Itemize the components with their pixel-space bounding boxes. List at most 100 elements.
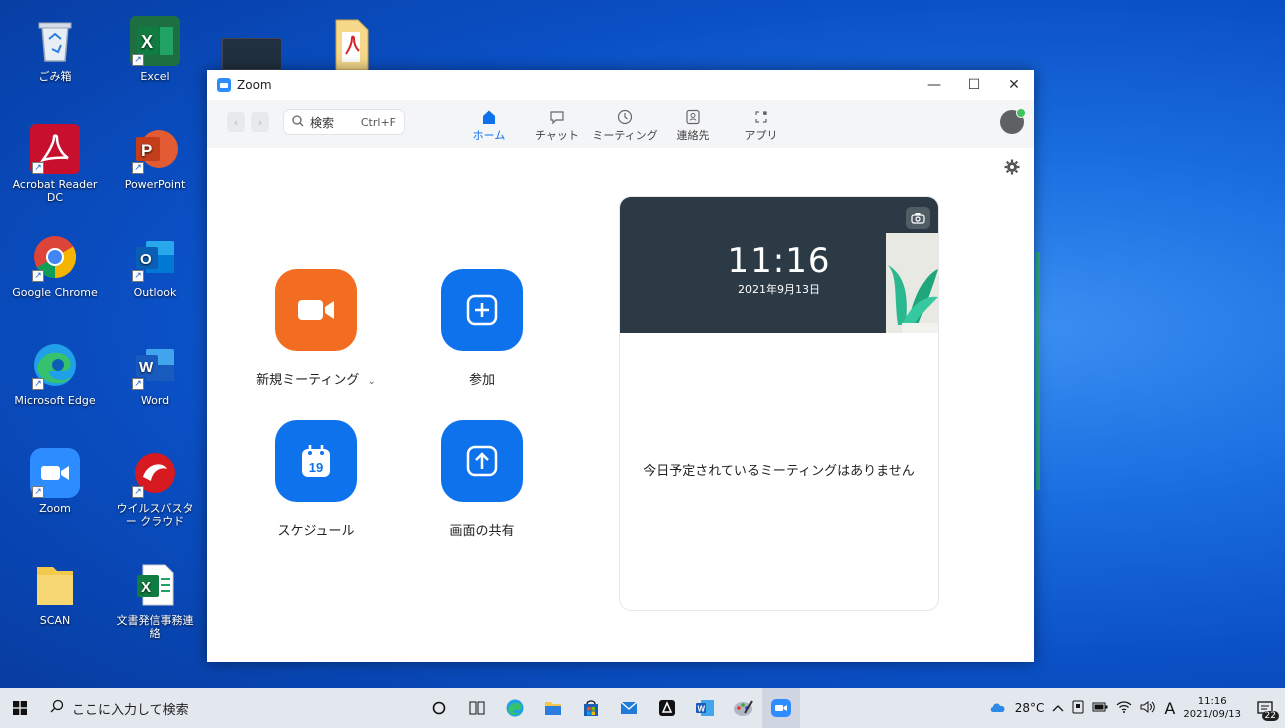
mail-icon[interactable]: [610, 688, 648, 728]
current-time: 11:16: [727, 241, 831, 281]
desktop-icon-document-excel[interactable]: X 文書発信事務連絡: [112, 560, 198, 640]
taskbar-pinned-apps: W: [420, 688, 800, 728]
zoom-logo-icon: [217, 78, 231, 92]
change-background-camera-icon[interactable]: [906, 207, 930, 229]
no-meetings-message: 今日予定されているミーティングはありません: [643, 464, 915, 479]
zoom-window: Zoom — ☐ ✕ ‹ › 検索 Ctrl+F ホーム チャット ミーティング…: [207, 70, 1034, 662]
edge-taskbar-icon[interactable]: [496, 688, 534, 728]
zoom-titlebar[interactable]: Zoom: [207, 70, 1034, 100]
excel-icon: X ↗: [130, 16, 180, 66]
device-icon[interactable]: [1072, 700, 1084, 717]
taskbar-time: 11:16: [1197, 696, 1227, 707]
tab-contacts[interactable]: 連絡先: [659, 103, 727, 143]
taskbar-search-placeholder: ここに入力して検索: [72, 702, 189, 718]
notification-count-badge: 22: [1261, 711, 1279, 721]
apps-icon: [753, 103, 769, 125]
notification-center-button[interactable]: 22: [1253, 697, 1279, 721]
forward-button[interactable]: ›: [251, 112, 269, 132]
search-box[interactable]: 検索 Ctrl+F: [283, 109, 405, 135]
desktop-icon-excel[interactable]: X ↗ Excel: [112, 16, 198, 83]
taskbar: ここに入力して検索 W 28°C A 11:16 2021/09/13 22: [0, 688, 1285, 728]
chevron-down-icon[interactable]: ⌄: [367, 376, 375, 387]
maximize-button[interactable]: ☐: [954, 70, 994, 100]
desktop-icon-virusbuster[interactable]: ↗ ウイルスバスター クラウド: [112, 448, 198, 528]
battery-icon[interactable]: [1092, 701, 1108, 715]
desktop-icon-powerpoint[interactable]: P ↗ PowerPoint: [112, 124, 198, 191]
new-meeting-label: 新規ミーティング: [256, 373, 360, 388]
ime-indicator[interactable]: A: [1164, 699, 1175, 718]
cortana-icon[interactable]: [420, 688, 458, 728]
store-icon[interactable]: [572, 688, 610, 728]
desktop-icon-edge[interactable]: ↗ Microsoft Edge: [12, 340, 98, 407]
close-button[interactable]: ✕: [994, 70, 1034, 100]
desktop-icon-scan[interactable]: SCAN: [12, 560, 98, 627]
schedule-action: 19 スケジュール: [251, 420, 381, 539]
settings-gear-icon[interactable]: [1004, 159, 1020, 179]
shortcut-arrow-icon: ↗: [32, 378, 44, 390]
home-icon: [481, 103, 497, 125]
minimize-button[interactable]: —: [914, 70, 954, 100]
taskbar-search[interactable]: ここに入力して検索: [40, 688, 320, 728]
shortcut-arrow-icon: ↗: [32, 486, 44, 498]
shortcut-arrow-icon: ↗: [132, 162, 144, 174]
svg-text:P: P: [141, 141, 152, 160]
chevron-up-icon[interactable]: [1052, 701, 1064, 715]
windows-icon: [13, 701, 27, 715]
desktop-pdf-folder-icon[interactable]: [334, 18, 370, 74]
desktop-icon-word[interactable]: W ↗ Word: [112, 340, 198, 407]
taskbar-clock[interactable]: 11:16 2021/09/13: [1183, 695, 1241, 721]
search-icon: [50, 699, 64, 717]
outlook-icon: O ↗: [130, 232, 180, 282]
schedule-button[interactable]: 19: [275, 420, 357, 502]
back-button[interactable]: ‹: [227, 112, 245, 132]
join-button[interactable]: [441, 269, 523, 351]
start-button[interactable]: [0, 688, 40, 728]
new-meeting-button[interactable]: [275, 269, 357, 351]
file-explorer-icon[interactable]: [534, 688, 572, 728]
desktop-icon-outlook[interactable]: O ↗ Outlook: [112, 232, 198, 299]
window-controls: — ☐ ✕: [914, 70, 1034, 100]
wifi-icon[interactable]: [1116, 700, 1132, 716]
shortcut-arrow-icon: ↗: [132, 54, 144, 66]
desktop-icon-recycle-bin[interactable]: ごみ箱: [12, 16, 98, 83]
upcoming-meetings-card: 11:16 2021年9月13日 今日予定されているミーティングはありません: [619, 196, 939, 611]
shortcut-arrow-icon: ↗: [132, 486, 144, 498]
desktop-icon-chrome[interactable]: ↗ Google Chrome: [12, 232, 98, 299]
main-tabs: ホーム チャット ミーティング 連絡先 アプリ: [455, 103, 795, 143]
share-screen-button[interactable]: [441, 420, 523, 502]
task-view-icon[interactable]: [458, 688, 496, 728]
search-icon: [292, 114, 304, 130]
card-header: 11:16 2021年9月13日: [620, 197, 938, 333]
calendar-icon: 19: [302, 445, 330, 477]
desktop-file-thumbnail[interactable]: [222, 38, 282, 70]
taskbar-date: 2021/09/13: [1183, 709, 1241, 720]
volume-icon[interactable]: [1140, 700, 1156, 716]
tab-home[interactable]: ホーム: [455, 103, 523, 143]
clock-icon: [617, 103, 633, 125]
zoom-app-icon: ↗: [30, 448, 80, 498]
new-meeting-action: 新規ミーティング ⌄: [251, 269, 381, 388]
calendar-day: 19: [309, 460, 323, 475]
share-screen-label: 画面の共有: [449, 524, 515, 539]
desktop-icon-acrobat[interactable]: ↗ Acrobat Reader DC: [12, 124, 98, 204]
word-taskbar-icon[interactable]: W: [686, 688, 724, 728]
paint-taskbar-icon[interactable]: [724, 688, 762, 728]
schedule-label: スケジュール: [277, 524, 355, 539]
shortcut-arrow-icon: ↗: [32, 162, 44, 174]
plus-icon: [466, 294, 498, 326]
virusbuster-icon: ↗: [130, 448, 180, 498]
shortcut-arrow-icon: ↗: [32, 270, 44, 282]
tab-chat[interactable]: チャット: [523, 103, 591, 143]
weather-cloud-icon[interactable]: [989, 701, 1007, 716]
svg-text:X: X: [141, 32, 153, 52]
excel-file-icon: X: [130, 560, 180, 610]
current-date: 2021年9月13日: [738, 283, 820, 296]
profile-avatar[interactable]: [1000, 108, 1026, 134]
desktop-icon-zoom[interactable]: ↗ Zoom: [12, 448, 98, 515]
recycle-bin-icon: [30, 16, 80, 66]
tab-apps[interactable]: アプリ: [727, 103, 795, 143]
tab-meetings[interactable]: ミーティング: [591, 103, 659, 143]
app-taskbar-icon[interactable]: [648, 688, 686, 728]
weather-temperature[interactable]: 28°C: [1015, 701, 1045, 715]
zoom-taskbar-icon[interactable]: [762, 688, 800, 728]
